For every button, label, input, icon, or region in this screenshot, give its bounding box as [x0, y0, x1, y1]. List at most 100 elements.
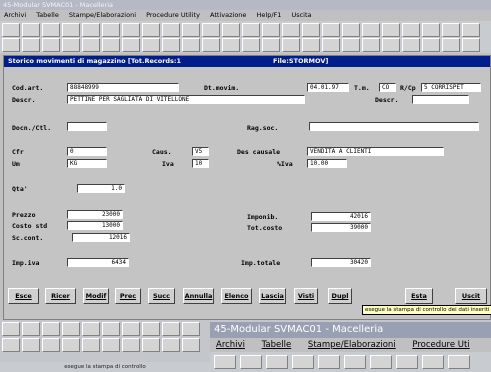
- toolbar-button[interactable]: [322, 23, 340, 37]
- sc-cont-field[interactable]: 12016: [72, 233, 130, 242]
- toolbar-button[interactable]: [122, 38, 140, 52]
- toolbar-button[interactable]: [422, 38, 440, 52]
- toolbar-button[interactable]: [302, 23, 320, 37]
- toolbar-button[interactable]: [162, 338, 180, 352]
- toolbar-button[interactable]: [302, 38, 320, 52]
- modif-button[interactable]: Modif: [83, 288, 109, 304]
- toolbar-button[interactable]: [42, 38, 60, 52]
- toolbar-button[interactable]: [448, 355, 470, 369]
- toolbar-button[interactable]: [142, 322, 160, 336]
- toolbar-button[interactable]: [42, 23, 60, 37]
- toolbar-button[interactable]: [82, 23, 100, 37]
- toolbar-button[interactable]: [396, 355, 418, 369]
- um-field[interactable]: KG: [67, 159, 107, 168]
- second-menu-archivi[interactable]: Archivi: [216, 340, 245, 350]
- esce-button[interactable]: Esce: [8, 288, 39, 304]
- toolbar-button[interactable]: [240, 355, 262, 369]
- toolbar-button[interactable]: [262, 23, 280, 37]
- uscit-button[interactable]: Uscit: [455, 288, 487, 304]
- toolbar-button[interactable]: [282, 38, 300, 52]
- toolbar-button[interactable]: [2, 38, 20, 52]
- toolbar-button[interactable]: [282, 23, 300, 37]
- toolbar-button[interactable]: [344, 355, 366, 369]
- cod-art-field[interactable]: 88848999: [67, 83, 179, 92]
- rag-soc-field[interactable]: [309, 122, 479, 131]
- menu-stampe[interactable]: Stampe/Elaborazioni: [69, 11, 136, 19]
- toolbar-button[interactable]: [242, 38, 260, 52]
- toolbar-button[interactable]: [22, 23, 40, 37]
- toolbar-button[interactable]: [22, 322, 40, 336]
- toolbar-button[interactable]: [2, 322, 20, 336]
- toolbar-button[interactable]: [162, 322, 180, 336]
- toolbar-button[interactable]: [82, 38, 100, 52]
- toolbar-button[interactable]: [162, 38, 180, 52]
- toolbar-button[interactable]: [102, 338, 120, 352]
- toolbar-button[interactable]: [262, 38, 280, 52]
- tot-costo-field[interactable]: 39000: [311, 223, 371, 232]
- toolbar-button[interactable]: [318, 355, 340, 369]
- toolbar-button[interactable]: [42, 322, 60, 336]
- toolbar-button[interactable]: [370, 355, 392, 369]
- toolbar-button[interactable]: [402, 38, 420, 52]
- toolbar-button[interactable]: [222, 38, 240, 52]
- toolbar-button[interactable]: [202, 38, 220, 52]
- visti-button[interactable]: Visti: [294, 288, 318, 304]
- toolbar-button[interactable]: [182, 23, 200, 37]
- menu-attivazione[interactable]: Attivazione: [210, 11, 246, 19]
- cfr-field[interactable]: 0: [67, 147, 107, 156]
- dupl-button[interactable]: Dupl: [328, 288, 352, 304]
- toolbar-button[interactable]: [382, 23, 400, 37]
- rap-field[interactable]: 5 CORRISPET: [421, 83, 481, 92]
- toolbar-button[interactable]: [342, 23, 360, 37]
- toolbar-button[interactable]: [142, 23, 160, 37]
- toolbar-button[interactable]: [102, 38, 120, 52]
- elenco-button[interactable]: Elenco: [221, 288, 252, 304]
- caus-field[interactable]: V5: [192, 147, 209, 156]
- toolbar-button[interactable]: [462, 38, 480, 52]
- annulla-button[interactable]: Annulla: [183, 288, 214, 304]
- lascia-button[interactable]: Lascia: [259, 288, 286, 304]
- toolbar-button[interactable]: [62, 322, 80, 336]
- toolbar-button[interactable]: [442, 23, 460, 37]
- toolbar-button[interactable]: [342, 38, 360, 52]
- toolbar-button[interactable]: [122, 338, 140, 352]
- docn-field[interactable]: [67, 122, 107, 131]
- toolbar-button[interactable]: [182, 38, 200, 52]
- toolbar-button[interactable]: [22, 38, 40, 52]
- toolbar-button[interactable]: [62, 23, 80, 37]
- toolbar-button[interactable]: [42, 338, 60, 352]
- costo-std-field[interactable]: 13000: [67, 221, 123, 230]
- toolbar-button[interactable]: [422, 355, 444, 369]
- toolbar-button[interactable]: [442, 38, 460, 52]
- succ-button[interactable]: Succ: [148, 288, 175, 304]
- second-menu-procedure[interactable]: Procedure Uti: [412, 340, 469, 350]
- toolbar-button[interactable]: [402, 23, 420, 37]
- toolbar-button[interactable]: [122, 23, 140, 37]
- second-menu-tabelle[interactable]: Tabelle: [262, 340, 292, 350]
- qta-field[interactable]: 1.0: [77, 184, 125, 193]
- toolbar-button[interactable]: [214, 355, 236, 369]
- toolbar-button[interactable]: [266, 355, 288, 369]
- toolbar-button[interactable]: [122, 322, 140, 336]
- toolbar-button[interactable]: [142, 338, 160, 352]
- menu-tabelle[interactable]: Tabelle: [36, 11, 59, 19]
- menu-procedure[interactable]: Procedure Utility: [146, 11, 200, 19]
- tm-field[interactable]: CO: [379, 83, 396, 92]
- toolbar-button[interactable]: [22, 338, 40, 352]
- toolbar-button[interactable]: [222, 23, 240, 37]
- menu-help[interactable]: Help/F1: [257, 11, 282, 19]
- toolbar-button[interactable]: [162, 23, 180, 37]
- imp-iva-field[interactable]: 6434: [67, 258, 129, 267]
- descr-field[interactable]: PETTINE PER SAGLIATA DI VITELLONE: [67, 95, 305, 104]
- toolbar-button[interactable]: [422, 23, 440, 37]
- toolbar-button[interactable]: [362, 23, 380, 37]
- toolbar-button[interactable]: [382, 38, 400, 52]
- toolbar-button[interactable]: [292, 355, 314, 369]
- toolbar-button[interactable]: [142, 38, 160, 52]
- toolbar-button[interactable]: [242, 23, 260, 37]
- ricer-button[interactable]: Ricer: [45, 288, 76, 304]
- perc-iva-field[interactable]: 10.00: [307, 159, 347, 168]
- toolbar-button[interactable]: [362, 38, 380, 52]
- iva-field[interactable]: 10: [192, 159, 209, 168]
- esta-button[interactable]: Esta: [405, 288, 433, 304]
